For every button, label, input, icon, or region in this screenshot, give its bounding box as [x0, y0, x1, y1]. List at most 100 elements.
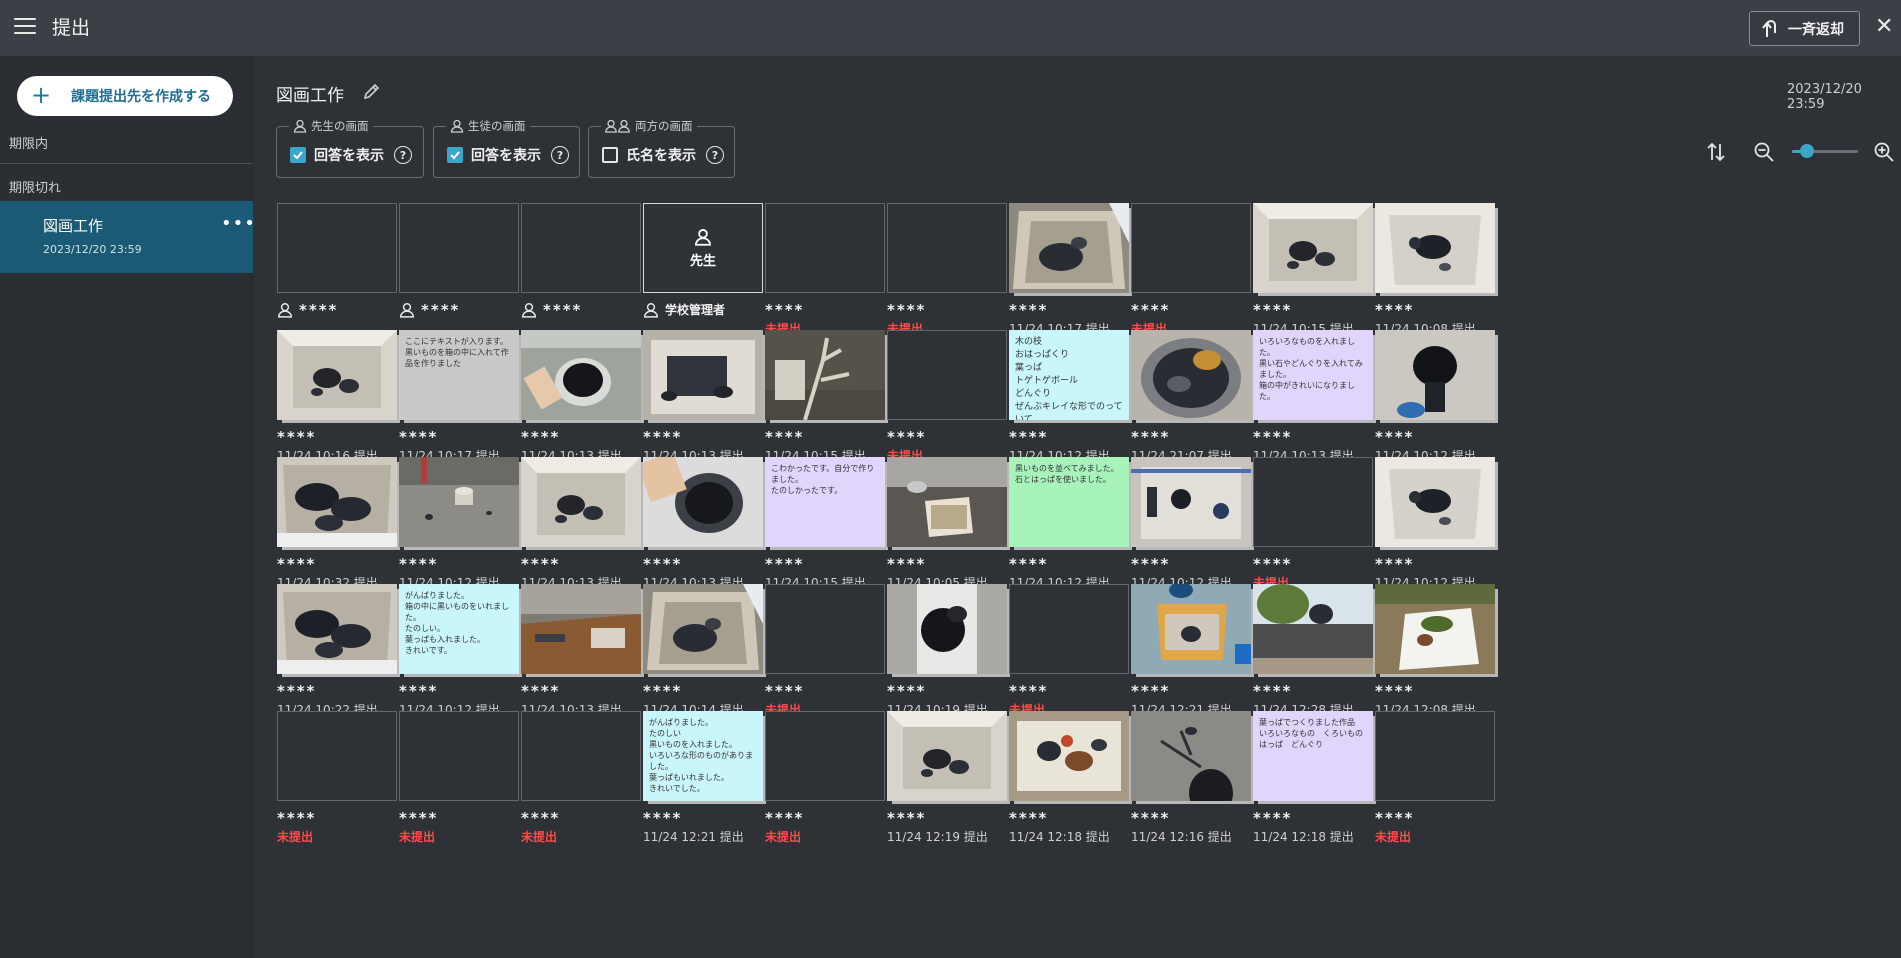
- empty-thumbnail[interactable]: [399, 711, 519, 801]
- text-thumbnail[interactable]: 葉っぱでつくりました作品 いろいろなもの くろいもの はっぱ どんぐり: [1253, 711, 1373, 801]
- empty-thumbnail[interactable]: [887, 203, 1007, 293]
- photo-thumbnail[interactable]: [1375, 330, 1495, 420]
- photo-thumbnail[interactable]: [1375, 457, 1495, 547]
- text-thumbnail[interactable]: ここにテキストが入ります。 黒いものを箱の中に入れて作品を作りました: [399, 330, 519, 420]
- photo-thumbnail[interactable]: [1131, 330, 1251, 420]
- submission-card[interactable]: **** 11/24 12:21 提出: [1130, 583, 1256, 723]
- photo-thumbnail[interactable]: [765, 330, 885, 420]
- submission-card[interactable]: いろいろなものを入れました。 黒い石やどんぐりを入れてみました。 箱の中がきれい…: [1252, 329, 1378, 469]
- photo-thumbnail[interactable]: [643, 330, 763, 420]
- zoom-slider[interactable]: [1792, 144, 1858, 158]
- submission-card[interactable]: **** 未提出: [886, 329, 1012, 469]
- empty-thumbnail[interactable]: [765, 584, 885, 674]
- photo-thumbnail[interactable]: [277, 457, 397, 547]
- submission-card[interactable]: **** 未提出: [886, 202, 1012, 342]
- empty-thumbnail[interactable]: [1253, 457, 1373, 547]
- submission-card[interactable]: **** 未提出: [764, 202, 890, 342]
- submission-card[interactable]: 葉っぱでつくりました作品 いろいろなもの くろいもの はっぱ どんぐり **** 1…: [1252, 710, 1378, 850]
- photo-thumbnail[interactable]: [1131, 584, 1251, 674]
- photo-thumbnail[interactable]: [1375, 584, 1495, 674]
- photo-thumbnail[interactable]: [1253, 584, 1373, 674]
- zoom-slider-thumb[interactable]: [1799, 144, 1814, 158]
- submission-card[interactable]: **** 未提出: [1252, 456, 1378, 596]
- photo-thumbnail[interactable]: [1009, 711, 1129, 801]
- photo-thumbnail[interactable]: [399, 457, 519, 547]
- submission-card[interactable]: **** 11/24 10:19 提出: [886, 583, 1012, 723]
- submission-card[interactable]: **** 11/24 10:13 提出: [520, 583, 646, 723]
- show-names-checkbox[interactable]: [602, 147, 618, 163]
- submission-card[interactable]: **** 11/24 10:12 提出: [1374, 329, 1500, 469]
- submission-card[interactable]: ****: [398, 202, 524, 342]
- photo-thumbnail[interactable]: [887, 584, 1007, 674]
- submission-card[interactable]: がんばりました。 箱の中に黒いものをいれました。 たのしい。 葉っぱも入れました…: [398, 583, 524, 723]
- submission-card[interactable]: **** 11/24 10:16 提出: [276, 329, 402, 469]
- photo-thumbnail[interactable]: [643, 584, 763, 674]
- text-thumbnail[interactable]: 木の枝 おはっぱくり 葉っぱ トゲトゲボール どんぐり ぜんぶキレイな形でのって…: [1009, 330, 1129, 420]
- create-assignment-button[interactable]: + 課題提出先を作成する: [17, 76, 233, 116]
- more-options-icon[interactable]: •••: [221, 213, 256, 234]
- submission-card[interactable]: **** 未提出: [764, 710, 890, 850]
- teacher-show-answers-checkbox[interactable]: [290, 147, 306, 163]
- zoom-in-icon[interactable]: [1873, 141, 1895, 163]
- submission-card[interactable]: **** 11/24 10:12 提出: [398, 456, 524, 596]
- submission-card[interactable]: **** 11/24 12:18 提出: [1008, 710, 1134, 850]
- sidebar-item-assignment[interactable]: 図画工作 2023/12/20 23:59 •••: [0, 201, 256, 273]
- submission-card[interactable]: ここにテキストが入ります。 黒いものを箱の中に入れて作品を作りました **** 11…: [398, 329, 524, 469]
- zoom-out-icon[interactable]: [1753, 141, 1775, 163]
- submission-card[interactable]: **** 11/24 10:12 提出: [1130, 456, 1256, 596]
- photo-thumbnail[interactable]: [643, 457, 763, 547]
- student-show-answers-checkbox[interactable]: [447, 147, 463, 163]
- text-thumbnail[interactable]: がんばりました。 たのしい 黒いものを入れました。 いろいろな形のものがありまし…: [643, 711, 763, 801]
- photo-thumbnail[interactable]: [887, 457, 1007, 547]
- text-thumbnail[interactable]: 黒いものを並べてみました。 石とはっぱを使いました。: [1009, 457, 1129, 547]
- text-thumbnail[interactable]: がんばりました。 箱の中に黒いものをいれました。 たのしい。 葉っぱも入れました…: [399, 584, 519, 674]
- submission-card[interactable]: 黒いものを並べてみました。 石とはっぱを使いました。 **** 11/24 10:1…: [1008, 456, 1134, 596]
- submission-card[interactable]: **** 11/24 10:15 提出: [1252, 202, 1378, 342]
- text-thumbnail[interactable]: いろいろなものを入れました。 黒い石やどんぐりを入れてみました。 箱の中がきれい…: [1253, 330, 1373, 420]
- submission-card[interactable]: **** 11/24 10:17 提出: [1008, 202, 1134, 342]
- submission-card[interactable]: **** 11/24 12:28 提出: [1252, 583, 1378, 723]
- submission-card[interactable]: **** 11/24 10:14 提出: [642, 583, 768, 723]
- submission-card[interactable]: **** 11/24 10:13 提出: [642, 456, 768, 596]
- submission-card[interactable]: **** 未提出: [1130, 202, 1256, 342]
- return-all-button[interactable]: 一斉返却: [1749, 11, 1860, 46]
- submission-card[interactable]: **** 11/24 10:08 提出: [1374, 202, 1500, 342]
- empty-thumbnail[interactable]: [1131, 203, 1251, 293]
- submission-card[interactable]: **** 未提出: [1008, 583, 1134, 723]
- submission-card[interactable]: **** 11/24 10:22 提出: [276, 583, 402, 723]
- sort-icon[interactable]: [1705, 141, 1727, 163]
- empty-thumbnail[interactable]: [1375, 711, 1495, 801]
- submission-card[interactable]: こわかったです。自分で作りました。 たのしかったです。 **** 11/24 10:…: [764, 456, 890, 596]
- edit-pencil-icon[interactable]: [362, 81, 382, 101]
- empty-thumbnail[interactable]: [521, 203, 641, 293]
- photo-thumbnail[interactable]: [1009, 203, 1129, 293]
- help-icon[interactable]: ?: [394, 146, 412, 164]
- empty-thumbnail[interactable]: [521, 711, 641, 801]
- submission-card[interactable]: 木の枝 おはっぱくり 葉っぱ トゲトゲボール どんぐり ぜんぶキレイな形でのって…: [1008, 329, 1134, 469]
- photo-thumbnail[interactable]: [277, 584, 397, 674]
- empty-thumbnail[interactable]: [399, 203, 519, 293]
- submission-card[interactable]: **** 11/24 21:07 提出: [1130, 329, 1256, 469]
- empty-thumbnail[interactable]: [887, 330, 1007, 420]
- submission-card[interactable]: ****: [520, 202, 646, 342]
- empty-thumbnail[interactable]: [1009, 584, 1129, 674]
- submission-card[interactable]: **** 未提出: [764, 583, 890, 723]
- photo-thumbnail[interactable]: [1253, 203, 1373, 293]
- submission-card[interactable]: **** 11/24 12:08 提出: [1374, 583, 1500, 723]
- menu-icon[interactable]: [14, 18, 36, 36]
- submission-card[interactable]: **** 11/24 12:19 提出: [886, 710, 1012, 850]
- photo-thumbnail[interactable]: [1131, 457, 1251, 547]
- photo-thumbnail[interactable]: [1131, 711, 1251, 801]
- photo-thumbnail[interactable]: [521, 330, 641, 420]
- photo-thumbnail[interactable]: [521, 584, 641, 674]
- submission-card[interactable]: **** 11/24 10:15 提出: [764, 329, 890, 469]
- empty-thumbnail[interactable]: [765, 203, 885, 293]
- photo-thumbnail[interactable]: [1375, 203, 1495, 293]
- submission-card[interactable]: がんばりました。 たのしい 黒いものを入れました。 いろいろな形のものがありまし…: [642, 710, 768, 850]
- close-icon[interactable]: ✕: [1875, 16, 1895, 38]
- submission-card[interactable]: **** 11/24 10:32 提出: [276, 456, 402, 596]
- teacher-thumbnail[interactable]: 先生: [643, 203, 763, 293]
- empty-thumbnail[interactable]: [277, 203, 397, 293]
- submission-card[interactable]: **** 11/24 10:05 提出: [886, 456, 1012, 596]
- submission-card[interactable]: **** 11/24 12:16 提出: [1130, 710, 1256, 850]
